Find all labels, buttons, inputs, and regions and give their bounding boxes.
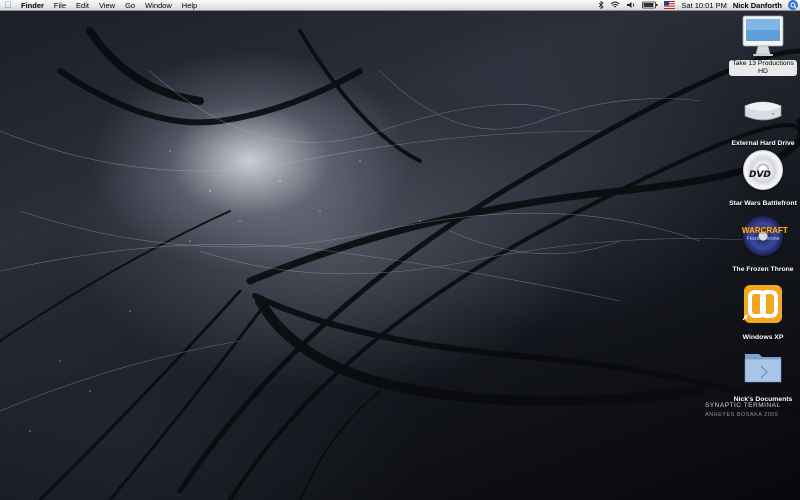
desktop-icon-star-wars-battlefront[interactable]: DVD Star Wars Battlefront <box>718 148 800 210</box>
user-name[interactable]: Nick Danforth <box>730 0 785 11</box>
desktop-wallpaper: SYNAPTIC TERMINAL ANHEYES BOSAKA 2005 <box>0 11 800 500</box>
menu-go[interactable]: Go <box>120 0 140 11</box>
folder-icon <box>741 344 785 388</box>
menu-extras: Sat 10:01 PM Nick Danforth <box>595 0 800 11</box>
desktop-icon-label: Nick's Documents <box>733 396 793 403</box>
external-drive-icon <box>741 88 785 132</box>
wallpaper-art <box>0 27 800 500</box>
desktop-icon-label: The Frozen Throne <box>732 266 794 273</box>
dvd-logo: DVD <box>749 170 771 180</box>
wifi-icon[interactable] <box>607 0 623 11</box>
battery-icon[interactable] <box>639 0 661 11</box>
desktop-icon-label: Star Wars Battlefront <box>729 200 797 207</box>
desktop-icon-label: External Hard Drive <box>731 140 795 147</box>
menu-app-finder[interactable]: Finder <box>16 0 49 11</box>
parallels-icon <box>741 282 785 326</box>
apple-menu-icon[interactable]:  <box>0 0 16 10</box>
desktop-icon-label: Windows XP <box>742 334 784 341</box>
menu-view[interactable]: View <box>94 0 120 11</box>
desktop-icon-windows-xp[interactable]: Windows XP <box>718 282 800 344</box>
clock[interactable]: Sat 10:01 PM <box>678 0 729 11</box>
desktop-icon-nicks-documents[interactable]: Nick's Documents <box>718 344 800 406</box>
imac-icon <box>741 14 785 58</box>
desktop-icon-frozen-throne[interactable]: WARCRAFT Frozen Throne The Frozen Throne <box>718 214 800 276</box>
warcraft-sublogo: Frozen Throne <box>746 236 780 242</box>
bluetooth-icon[interactable] <box>595 0 607 11</box>
wallpaper-credit: ANHEYES BOSAKA 2005 <box>705 412 779 418</box>
label-line-2: HD <box>758 68 768 75</box>
desktop-icon-take13-hd[interactable]: Take 13 Productions HD <box>718 14 800 78</box>
menu-bar:  Finder File Edit View Go Window Help S… <box>0 0 800 11</box>
warcraft-disc-icon: WARCRAFT Frozen Throne <box>741 214 788 258</box>
desktop-icon-external-drive[interactable]: External Hard Drive <box>718 88 800 150</box>
label-line-1: Take 13 Productions <box>732 60 794 67</box>
warcraft-logo: WARCRAFT <box>742 226 788 235</box>
us-flag-icon[interactable] <box>661 0 678 11</box>
menu-help[interactable]: Help <box>177 0 202 11</box>
desktop-icon-label: Take 13 Productions HD <box>729 60 797 76</box>
speaker-icon[interactable] <box>623 0 639 11</box>
menu-window[interactable]: Window <box>140 0 177 11</box>
dvd-disc-icon: DVD <box>741 148 785 192</box>
spotlight-icon[interactable] <box>788 0 798 10</box>
menu-edit[interactable]: Edit <box>71 0 94 11</box>
menu-file[interactable]: File <box>49 0 71 11</box>
